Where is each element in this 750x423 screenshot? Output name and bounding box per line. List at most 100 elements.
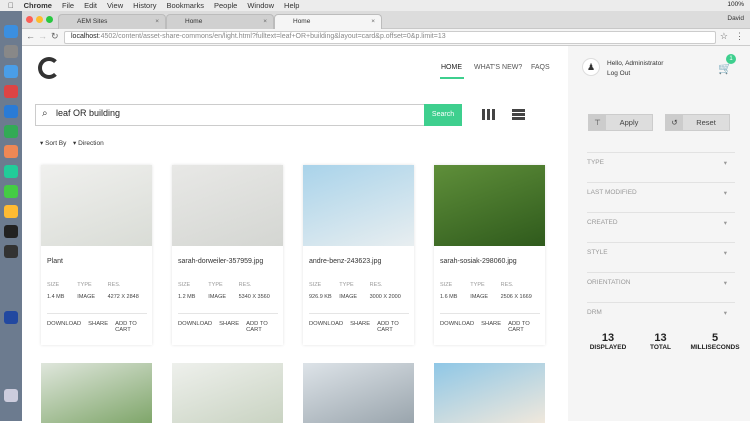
facet-created[interactable]: CREATED ▾ bbox=[587, 212, 735, 242]
asset-thumbnail[interactable] bbox=[303, 363, 414, 423]
close-tab-icon[interactable]: × bbox=[155, 18, 159, 25]
asset-title[interactable]: Plant bbox=[47, 258, 63, 265]
cart-count-badge: 1 bbox=[726, 54, 736, 64]
nav-home[interactable]: HOME bbox=[441, 64, 462, 71]
menu-history[interactable]: History bbox=[133, 1, 156, 10]
divider bbox=[47, 313, 147, 314]
add-to-cart-button[interactable]: ADD TO CART bbox=[246, 321, 283, 333]
finder-icon[interactable] bbox=[4, 25, 18, 38]
logout-link[interactable]: Log Out bbox=[607, 70, 630, 77]
close-tab-icon[interactable]: × bbox=[263, 18, 267, 25]
download-button[interactable]: DOWNLOAD bbox=[178, 321, 212, 333]
dock-app-icon[interactable] bbox=[4, 105, 18, 118]
dock-app-icon[interactable] bbox=[4, 311, 18, 324]
dock-app-icon[interactable] bbox=[4, 225, 18, 238]
trash-icon[interactable] bbox=[4, 389, 18, 402]
back-icon[interactable]: ← bbox=[26, 31, 35, 41]
menu-view[interactable]: View bbox=[107, 1, 123, 10]
facet-orientation[interactable]: ORIENTATION ▾ bbox=[587, 272, 735, 302]
forward-icon[interactable]: → bbox=[38, 31, 47, 41]
dock-app-icon[interactable] bbox=[4, 45, 18, 58]
menu-file[interactable]: File bbox=[62, 1, 74, 10]
res-value: 4272 X 2848 bbox=[107, 294, 139, 300]
download-button[interactable]: DOWNLOAD bbox=[440, 321, 474, 333]
card-view-icon[interactable] bbox=[482, 109, 495, 120]
share-button[interactable]: SHARE bbox=[219, 321, 239, 333]
asset-thumbnail[interactable] bbox=[41, 165, 152, 246]
asset-title[interactable]: andre-benz-243623.jpg bbox=[309, 258, 381, 265]
share-button[interactable]: SHARE bbox=[350, 321, 370, 333]
tab-home-active[interactable]: Home × bbox=[274, 14, 382, 29]
nav-whats-new[interactable]: WHAT'S NEW? bbox=[474, 64, 522, 71]
asset-title[interactable]: sarah-dorweiler-357959.jpg bbox=[178, 258, 263, 265]
dock-app-icon[interactable] bbox=[4, 125, 18, 138]
menu-window[interactable]: Window bbox=[247, 1, 274, 10]
tab-aem-sites[interactable]: AEM Sites × bbox=[58, 14, 166, 29]
menu-app[interactable]: Chrome bbox=[24, 1, 52, 10]
share-button[interactable]: SHARE bbox=[88, 321, 108, 333]
type-label: TYPE bbox=[208, 282, 223, 288]
direction-dropdown[interactable]: ▾ Direction bbox=[73, 139, 104, 147]
stat-label: TOTAL bbox=[649, 344, 672, 351]
asset-card[interactable]: sarah-dorweiler-357959.jpg SIZE 1.2 MB TY… bbox=[172, 165, 283, 345]
type-label: TYPE bbox=[470, 282, 485, 288]
facet-drm[interactable]: DRM ▾ bbox=[587, 302, 735, 332]
asset-card[interactable]: Plant SIZE 1.4 MB TYPE IMAGE RES. 4272 X 28… bbox=[41, 165, 152, 345]
minimize-window-button[interactable] bbox=[36, 16, 43, 23]
asset-thumbnail[interactable] bbox=[434, 165, 545, 246]
asset-thumbnail[interactable] bbox=[172, 165, 283, 246]
close-window-button[interactable] bbox=[26, 16, 33, 23]
close-tab-icon[interactable]: × bbox=[371, 18, 375, 25]
res-value: 3000 X 2000 bbox=[369, 294, 401, 300]
bookmark-star-icon[interactable]: ☆ bbox=[720, 31, 728, 42]
apple-icon[interactable]:  bbox=[8, 1, 14, 10]
asset-title[interactable]: sarah-sosiak-298060.jpg bbox=[440, 258, 517, 265]
add-to-cart-button[interactable]: ADD TO CART bbox=[508, 321, 545, 333]
download-button[interactable]: DOWNLOAD bbox=[309, 321, 343, 333]
asset-thumbnail[interactable] bbox=[434, 363, 545, 423]
dock-app-icon[interactable] bbox=[4, 185, 18, 198]
menu-bookmarks[interactable]: Bookmarks bbox=[166, 1, 204, 10]
dock-app-icon[interactable] bbox=[4, 85, 18, 98]
asset-card[interactable]: sarah-sosiak-298060.jpg SIZE 1.6 MB TYPE I… bbox=[434, 165, 545, 345]
dock-app-icon[interactable] bbox=[4, 65, 18, 78]
apply-button[interactable]: ⊤ Apply bbox=[588, 114, 653, 131]
tab-label: AEM Sites bbox=[77, 18, 108, 25]
dock-app-icon[interactable] bbox=[4, 165, 18, 178]
menu-edit[interactable]: Edit bbox=[84, 1, 97, 10]
facet-type[interactable]: TYPE ▾ bbox=[587, 152, 735, 182]
chrome-dock-icon[interactable] bbox=[4, 205, 18, 218]
search-button[interactable]: Search bbox=[424, 104, 462, 126]
asset-thumbnail[interactable] bbox=[172, 363, 283, 423]
list-view-icon[interactable] bbox=[512, 109, 525, 120]
reset-button[interactable]: ↺ Reset bbox=[665, 114, 730, 131]
asset-thumbnail[interactable] bbox=[41, 363, 152, 423]
nav-faqs[interactable]: FAQS bbox=[531, 64, 550, 71]
url-input[interactable]: localhost:4502/content/asset-share-commo… bbox=[64, 31, 716, 44]
download-button[interactable]: DOWNLOAD bbox=[47, 321, 81, 333]
facet-last-modified[interactable]: LAST MODIFIED ▾ bbox=[587, 182, 735, 212]
profile-name[interactable]: David bbox=[727, 15, 744, 22]
add-to-cart-button[interactable]: ADD TO CART bbox=[377, 321, 414, 333]
menu-help[interactable]: Help bbox=[284, 1, 299, 10]
chrome-menu-icon[interactable]: ⋮ bbox=[735, 31, 744, 42]
reload-icon[interactable]: ↻ bbox=[51, 31, 59, 42]
dock-app-icon[interactable] bbox=[4, 145, 18, 158]
sort-by-dropdown[interactable]: ▾ Sort By bbox=[40, 139, 66, 147]
asset-card[interactable]: andre-benz-243623.jpg SIZE 926.9 KB TYPE I… bbox=[303, 165, 414, 345]
terminal-dock-icon[interactable] bbox=[4, 245, 18, 258]
stat-value: 5 bbox=[711, 332, 719, 344]
facet-style[interactable]: STYLE ▾ bbox=[587, 242, 735, 272]
maximize-window-button[interactable] bbox=[46, 16, 53, 23]
site-logo[interactable] bbox=[38, 57, 60, 79]
type-label: TYPE bbox=[77, 282, 92, 288]
stat-displayed: 13 DISPLAYED bbox=[588, 332, 628, 351]
menu-people[interactable]: People bbox=[214, 1, 237, 10]
facet-label: STYLE bbox=[587, 249, 608, 256]
share-button[interactable]: SHARE bbox=[481, 321, 501, 333]
search-input[interactable] bbox=[56, 108, 356, 118]
add-to-cart-button[interactable]: ADD TO CART bbox=[115, 321, 152, 333]
tab-home-1[interactable]: Home × bbox=[166, 14, 274, 29]
stat-label: MILLISECONDS bbox=[690, 344, 740, 351]
asset-thumbnail[interactable] bbox=[303, 165, 414, 246]
